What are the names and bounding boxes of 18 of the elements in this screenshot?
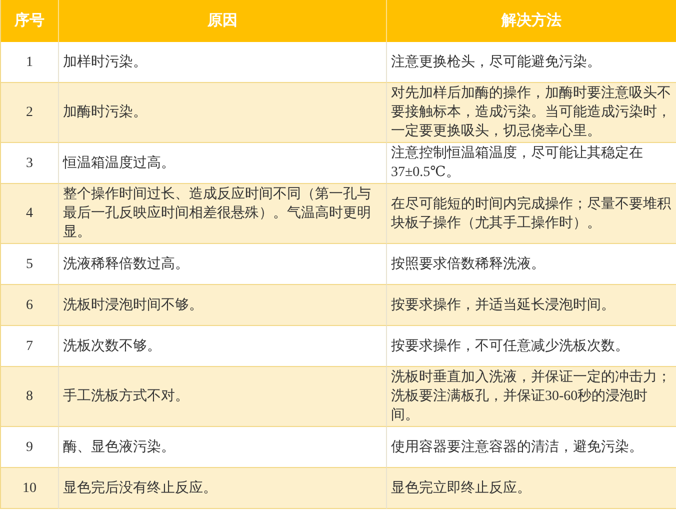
table-cell: 8 xyxy=(1,367,59,427)
table-cell: 洗板时垂直加入洗液，并保证一定的冲击力；洗板要注满板孔，并保证30-60秒的浸泡时间。 xyxy=(387,367,676,427)
table-cell: 手工洗板方式不对。 xyxy=(59,367,387,427)
table-cell: 对先加样后加酶的操作，加酶时要注意吸头不要接触标本，造成污染。当可能造成污染时，一定要更换吸头，切忌侥幸心里。 xyxy=(387,83,676,143)
table-cell: 洗板时浸泡时间不够。 xyxy=(59,285,387,326)
column-header: 解决方法 xyxy=(387,0,676,42)
table-cell: 整个操作时间过长、造成反应时间不同（第一孔与最后一孔反映应时间相差很悬殊）。气温高时更明显。 xyxy=(59,184,387,244)
column-header: 序号 xyxy=(1,0,59,42)
table-cell: 在尽可能短的时间内完成操作；尽量不要堆积块板子操作（尤其手工操作时）。 xyxy=(387,184,676,244)
table-cell: 显色完后没有终止反应。 xyxy=(59,468,387,509)
table-cell: 加酶时污染。 xyxy=(59,83,387,143)
column-header: 原因 xyxy=(59,0,387,42)
table-cell: 6 xyxy=(1,285,59,326)
table-cell: 显色完立即终止反应。 xyxy=(387,468,676,509)
table-cell: 按要求操作，并适当延长浸泡时间。 xyxy=(387,285,676,326)
table-cell: 4 xyxy=(1,184,59,244)
table-cell: 10 xyxy=(1,468,59,509)
table-cell: 2 xyxy=(1,83,59,143)
